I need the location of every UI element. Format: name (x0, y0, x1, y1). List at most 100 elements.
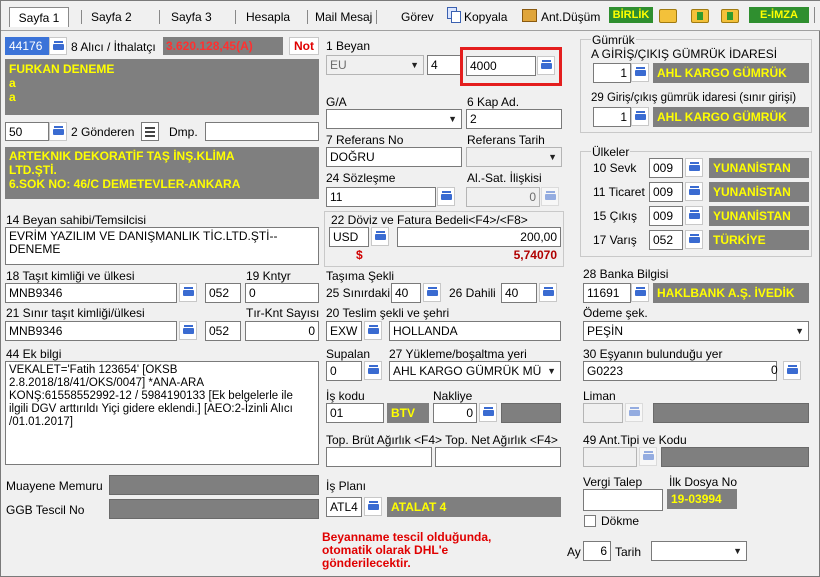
ek-bilgi-line: 2.8.2018/18/41/OKS/0047] *ANA-ARA (9, 377, 204, 389)
tab-gorev[interactable]: Görev (401, 9, 434, 25)
alici-line: a (9, 90, 16, 104)
teslim-code-field[interactable]: EXW (326, 321, 362, 341)
vergi-talep-field[interactable] (583, 489, 663, 511)
sevk-code-field[interactable]: 009 (649, 158, 683, 178)
supalan-field[interactable]: 0 (326, 361, 362, 381)
esya-yer-field[interactable]: G0223 (583, 361, 777, 381)
ticaret-lookup-button[interactable] (685, 182, 703, 201)
doviz-lookup-button[interactable] (371, 227, 389, 246)
kap-field[interactable]: 2 (466, 109, 562, 129)
referans-tarih-select[interactable]: ▼ (466, 147, 562, 167)
liman-code-field[interactable] (583, 403, 623, 423)
varis-lookup-button[interactable] (685, 230, 703, 249)
beyan-c1-select[interactable]: EU ▼ (326, 55, 424, 75)
tab-mail-mesaj[interactable]: Mail Mesaj (315, 9, 372, 25)
al-sat-lookup-button[interactable] (541, 187, 559, 206)
box-icon[interactable] (522, 9, 537, 22)
net-agirlik-field[interactable] (435, 447, 561, 467)
sevk-country-name: YUNANİSTAN (709, 158, 809, 178)
ant-tipi-lookup-button[interactable] (639, 447, 657, 466)
odeme-select[interactable]: PEŞİN ▼ (583, 321, 809, 341)
is-kodu-field[interactable]: 01 (326, 403, 384, 423)
referans-field[interactable]: DOĞRU (326, 147, 462, 167)
fatura-bedeli-field[interactable]: 200,00 (397, 227, 561, 247)
tasit-field[interactable]: MNB9346 (5, 283, 177, 303)
kntyr-field[interactable]: 0 (245, 283, 319, 303)
doviz-label: 22 Döviz ve Fatura Bedeli<F4>/<F8> (331, 213, 528, 227)
alici-adres[interactable]: FURKAN DENEME a a (5, 59, 319, 115)
ant-tipi-field[interactable] (583, 447, 637, 467)
al-sat-field[interactable]: 0 (466, 187, 540, 207)
tasit-lookup-button[interactable] (179, 283, 197, 302)
tab-hesapla[interactable]: Hesapla (246, 9, 290, 25)
ggb-field[interactable] (109, 499, 319, 519)
birlik-badge[interactable]: BİRLİK (609, 7, 653, 23)
sozlesme-field[interactable]: 11 (326, 187, 436, 207)
folder-save-icon[interactable] (721, 9, 739, 23)
teslim-city-field[interactable]: HOLLANDA (389, 321, 561, 341)
liman-lookup-button[interactable] (625, 403, 643, 422)
banka-code-field[interactable]: 11691 (583, 283, 631, 303)
supalan-label: Supalan (326, 347, 371, 361)
giris-cikis-lookup-button[interactable] (631, 63, 649, 82)
banka-lookup-button[interactable] (631, 283, 649, 302)
beyan-c2-field[interactable]: 4 (427, 55, 461, 75)
giris-cikis-code-field[interactable]: 1 (593, 63, 631, 83)
tir-knt-field[interactable]: 0 (245, 321, 319, 341)
list-icon[interactable] (141, 122, 159, 141)
sinir-girisi-lookup-button[interactable] (631, 107, 649, 126)
muayene-field[interactable] (109, 475, 319, 495)
nakliye-lookup-button[interactable] (479, 403, 497, 422)
dokme-checkbox[interactable] (584, 515, 596, 527)
is-plani-lookup-button[interactable] (364, 497, 382, 516)
beyan-c3-field[interactable]: 4000 (466, 56, 536, 76)
kopyala-button[interactable]: Kopyala (464, 9, 507, 25)
doviz-currency-field[interactable]: USD (329, 227, 369, 247)
sinirdaki-lookup-button[interactable] (423, 283, 441, 302)
not-button[interactable]: Not (289, 37, 319, 55)
beyan-c3-lookup-button[interactable] (537, 56, 555, 75)
dahili-lookup-button[interactable] (539, 283, 557, 302)
ticaret-code-field[interactable]: 009 (649, 182, 683, 202)
sozlesme-lookup-button[interactable] (437, 187, 455, 206)
folder-open-icon[interactable] (659, 9, 677, 23)
copy-icon[interactable] (447, 7, 461, 23)
dahili-field[interactable]: 40 (501, 283, 537, 303)
ay-field[interactable]: 6 (583, 541, 611, 561)
ga-select[interactable]: ▼ (326, 109, 462, 129)
dmp-field[interactable] (205, 122, 319, 141)
sinirdaki-field[interactable]: 40 (391, 283, 421, 303)
ant-dusum-button[interactable]: Ant.Düşüm (541, 9, 600, 25)
cikis-lookup-button[interactable] (685, 206, 703, 225)
alici-lookup-button[interactable] (49, 37, 67, 55)
folder-up-icon[interactable] (691, 9, 709, 23)
tab-sayfa-1[interactable]: Sayfa 1 (9, 7, 69, 27)
gonderen-id-field[interactable]: 50 (5, 122, 49, 141)
tasit-country-field[interactable]: 052 (205, 283, 241, 303)
varis-code-field[interactable]: 052 (649, 230, 683, 250)
gonderen-adres[interactable]: ARTEKNIK DEKORATİF TAŞ İNŞ.KLİMA LTD.ŞTİ.… (5, 147, 319, 199)
sinir-girisi-code-field[interactable]: 1 (593, 107, 631, 127)
is-plani-field[interactable]: ATL4 (326, 497, 362, 517)
brut-agirlik-field[interactable] (326, 447, 432, 467)
e-imza-badge[interactable]: E-İMZA (749, 7, 809, 23)
nakliye-field[interactable]: 0 (433, 403, 477, 423)
supalan-lookup-button[interactable] (364, 361, 382, 380)
beyan-sahibi-field[interactable]: EVRİM YAZILIM VE DANIŞMANLIK TİC.LTD.ŞTİ… (5, 227, 319, 265)
is-plani-name: ATALAT 4 (387, 497, 561, 517)
tarih-select[interactable]: ▼ (651, 541, 747, 561)
tab-sayfa-3[interactable]: Sayfa 3 (171, 9, 212, 25)
sinir-tasit-field[interactable]: MNB9346 (5, 321, 177, 341)
yukleme-select[interactable]: AHL KARGO GÜMRÜK MÜ ▼ (389, 361, 561, 381)
ek-bilgi-field[interactable]: VEKALET='Fatih 123654' [OKSB 2.8.2018/18… (5, 361, 319, 465)
gonderen-lookup-button[interactable] (49, 122, 67, 141)
cikis-code-field[interactable]: 009 (649, 206, 683, 226)
alici-id-field[interactable]: 44176 (5, 37, 49, 55)
esya-yer-lookup-button[interactable] (783, 361, 801, 380)
sinir-tasit-lookup-button[interactable] (179, 321, 197, 340)
tab-sayfa-2[interactable]: Sayfa 2 (91, 9, 132, 25)
sevk-lookup-button[interactable] (685, 158, 703, 177)
dmp-label: Dmp. (169, 125, 198, 139)
teslim-lookup-button[interactable] (364, 321, 382, 340)
sinir-country-field[interactable]: 052 (205, 321, 241, 341)
